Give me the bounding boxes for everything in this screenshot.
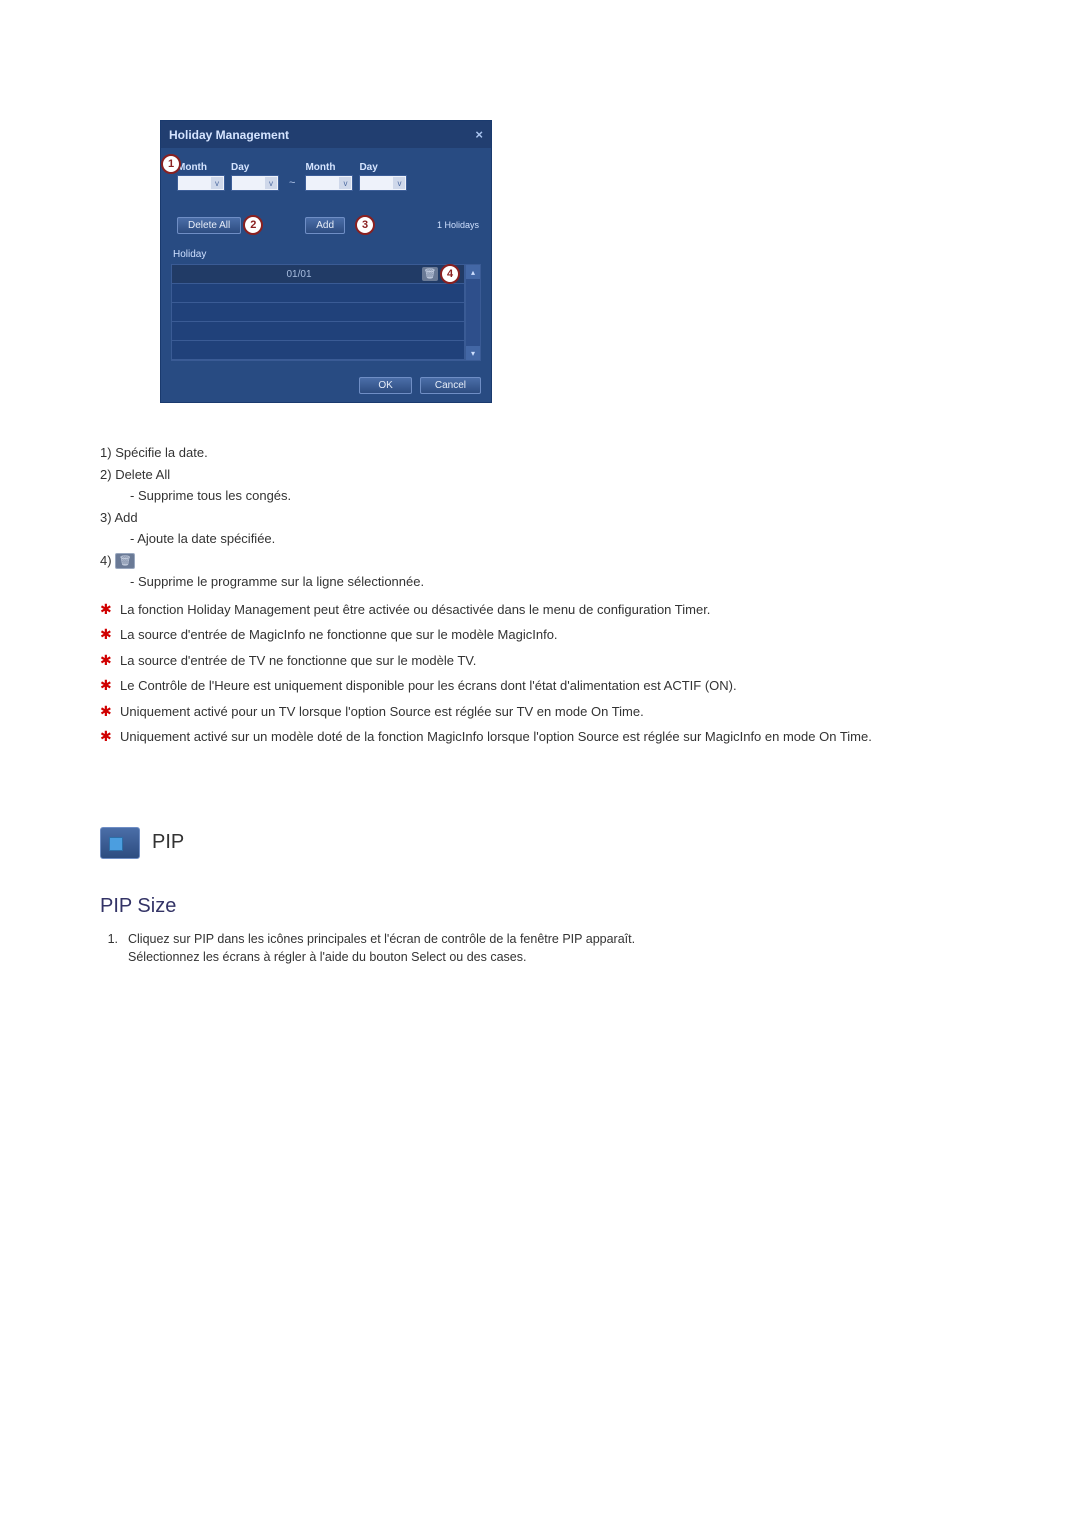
delete-all-button[interactable]: Delete All [177, 217, 241, 234]
desc-num: 4) [100, 553, 112, 568]
scroll-down-icon[interactable]: ▾ [466, 346, 480, 360]
select-month-start[interactable]: v [177, 175, 225, 191]
chevron-down-icon: v [265, 177, 277, 189]
note-text: La source d'entrée de TV ne fonctionne q… [120, 651, 980, 671]
star-icon: ✱ [100, 702, 114, 722]
pip-icon [100, 827, 140, 859]
add-button[interactable]: Add [305, 217, 345, 234]
select-day-end[interactable]: v [359, 175, 407, 191]
pip-step-number: 1. [100, 930, 118, 966]
desc-sub: - Ajoute la date spécifiée. [130, 529, 980, 549]
desc-num: 3) [100, 510, 112, 525]
pip-section-title: PIP [152, 831, 184, 854]
label-day-start: Day [231, 162, 279, 173]
desc-sub: - Supprime tous les congés. [130, 486, 980, 506]
callout-1: 1 [161, 154, 181, 174]
trash-icon[interactable]: 🗑 [422, 267, 438, 281]
callout-2: 2 [243, 215, 263, 235]
desc-text: Add [114, 510, 137, 525]
dialog-header: Holiday Management × [161, 121, 491, 148]
list-item [172, 322, 464, 341]
pip-step-text: Cliquez sur PIP dans les icônes principa… [128, 932, 635, 946]
cancel-button[interactable]: Cancel [420, 377, 481, 394]
list-item [172, 284, 464, 303]
note-text: La fonction Holiday Management peut être… [120, 600, 980, 620]
star-icon: ✱ [100, 625, 114, 645]
pip-section: PIP PIP Size 1. Cliquez sur PIP dans les… [100, 827, 980, 966]
desc-sub: - Supprime le programme sur la ligne sél… [130, 572, 980, 592]
pip-subheading: PIP Size [100, 895, 980, 918]
description-block: 1) Spécifie la date. 2) Delete All - Sup… [100, 443, 980, 747]
desc-text: Delete All [115, 467, 170, 482]
select-month-end[interactable]: v [305, 175, 353, 191]
label-day-end: Day [359, 162, 407, 173]
note-text: La source d'entrée de MagicInfo ne fonct… [120, 625, 980, 645]
holidays-count: 1 Holidays [437, 220, 481, 230]
list-item [172, 341, 464, 360]
holiday-management-dialog: Holiday Management × 1 Month v Day v ~ M… [160, 120, 492, 403]
chevron-down-icon: v [393, 177, 405, 189]
note-text: Uniquement activé pour un TV lorsque l'o… [120, 702, 980, 722]
label-month-end: Month [305, 162, 353, 173]
note-text: Le Contrôle de l'Heure est uniquement di… [120, 676, 980, 696]
chevron-down-icon: v [211, 177, 223, 189]
list-column-header: Holiday [171, 249, 481, 260]
pip-step: 1. Cliquez sur PIP dans les icônes princ… [100, 930, 980, 966]
scroll-up-icon[interactable]: ▴ [466, 265, 480, 279]
list-item[interactable]: 01/01 🗑 4 [172, 265, 464, 284]
note-text: Uniquement activé sur un modèle doté de … [120, 727, 980, 747]
callout-4: 4 [440, 264, 460, 284]
close-icon[interactable]: × [475, 127, 483, 142]
list-item [172, 303, 464, 322]
pip-step-text: Sélectionnez les écrans à régler à l'aid… [128, 950, 526, 964]
range-separator: ~ [285, 177, 299, 191]
desc-text: Spécifie la date. [115, 445, 208, 460]
chevron-down-icon: v [339, 177, 351, 189]
list-scrollbar[interactable]: ▴ ▾ [465, 264, 481, 361]
holiday-date: 01/01 [176, 269, 422, 280]
star-icon: ✱ [100, 600, 114, 620]
select-day-start[interactable]: v [231, 175, 279, 191]
star-icon: ✱ [100, 676, 114, 696]
star-icon: ✱ [100, 727, 114, 747]
date-range-row: 1 Month v Day v ~ Month v Day v [171, 162, 481, 191]
label-month-start: Month [177, 162, 225, 173]
ok-button[interactable]: OK [359, 377, 411, 394]
dialog-title: Holiday Management [169, 128, 289, 142]
desc-num: 2) [100, 467, 112, 482]
callout-3: 3 [355, 215, 375, 235]
holiday-list: 01/01 🗑 4 [171, 264, 465, 361]
desc-num: 1) [100, 445, 112, 460]
star-icon: ✱ [100, 651, 114, 671]
trash-icon: 🗑 [115, 553, 135, 569]
